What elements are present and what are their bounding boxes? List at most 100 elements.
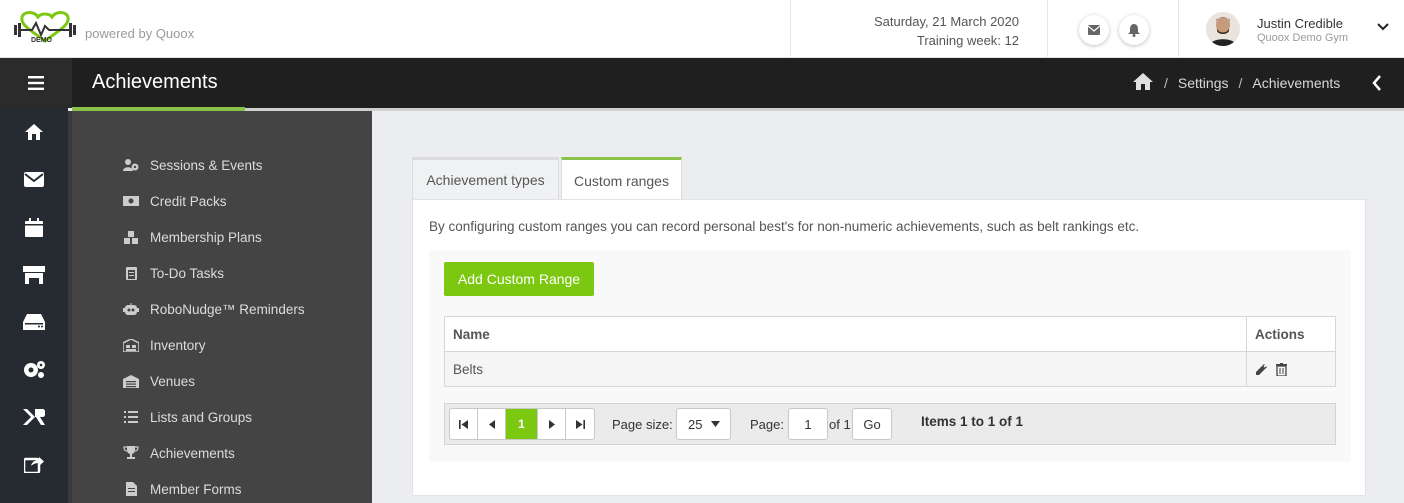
breadcrumb-separator: / (1238, 75, 1243, 91)
robot-icon (122, 303, 140, 315)
menu-item-lists-groups[interactable]: Lists and Groups (122, 407, 252, 427)
cogs-icon[interactable] (22, 357, 46, 381)
divider (245, 108, 1404, 111)
page-size-select[interactable]: 25 (676, 408, 731, 440)
menu-item-credit-packs[interactable]: Credit Packs (122, 191, 227, 211)
money-icon (122, 196, 140, 206)
last-page-icon (575, 419, 585, 429)
tab-custom-ranges[interactable]: Custom ranges (561, 157, 682, 201)
breadcrumb-settings[interactable]: Settings (1178, 75, 1229, 91)
messages-button[interactable] (1079, 15, 1109, 45)
chevron-left-icon[interactable] (1372, 75, 1382, 96)
users-cog-icon (122, 159, 140, 171)
column-divider (1246, 317, 1247, 351)
description: By configuring custom ranges you can rec… (429, 219, 1140, 234)
menu-item-label: To-Do Tasks (150, 265, 225, 281)
list-icon (122, 411, 140, 423)
store-icon[interactable] (22, 263, 46, 287)
user-name: Justin Credible (1257, 16, 1343, 31)
next-page-icon (548, 419, 555, 429)
column-header-name[interactable]: Name (453, 327, 490, 342)
menu-item-label: Venues (150, 373, 196, 389)
column-divider (1246, 352, 1247, 386)
column-header-actions: Actions (1255, 327, 1305, 342)
add-custom-range-button[interactable]: Add Custom Range (444, 262, 594, 296)
heart-logo-icon: DEMO (14, 11, 76, 44)
menu-item-achievements[interactable]: Achievements (122, 443, 235, 463)
page-button-current[interactable]: 1 (506, 409, 538, 439)
page-title: Achievements (92, 71, 218, 93)
prev-page-icon (488, 419, 495, 429)
menu-item-robonudge[interactable]: RoboNudge™ Reminders (122, 299, 305, 319)
bell-icon (1128, 23, 1140, 37)
user-menu[interactable]: Justin Credible Quoox Demo Gym (1178, 0, 1404, 58)
menu-item-label: Inventory (150, 337, 206, 353)
page-number-input[interactable] (788, 408, 828, 440)
page-size-value: 25 (688, 416, 703, 432)
breadcrumb-achievements[interactable]: Achievements (1252, 75, 1340, 91)
page-label: Page: (750, 417, 784, 432)
home-icon[interactable] (1132, 72, 1154, 94)
menu-item-label: Credit Packs (150, 193, 227, 209)
envelope-icon[interactable] (22, 167, 46, 191)
row-name: Belts (453, 362, 484, 377)
chevron-down-icon[interactable] (1377, 20, 1389, 38)
menu-item-label: Sessions & Events (150, 157, 263, 173)
file-icon (122, 482, 140, 496)
menu-item-todo-tasks[interactable]: To-Do Tasks (122, 263, 224, 283)
next-page-button[interactable] (538, 409, 566, 439)
avatar (1206, 12, 1240, 46)
pager-buttons: 1 (449, 408, 595, 440)
content-card: By configuring custom ranges you can rec… (412, 199, 1366, 496)
menu-item-label: Achievements (150, 445, 235, 461)
cubes-icon (122, 230, 140, 244)
menu-item-label: Member Forms (150, 481, 242, 497)
menu-item-venues[interactable]: Venues (122, 371, 195, 391)
envelope-icon (1088, 25, 1100, 35)
home-icon[interactable] (22, 120, 46, 144)
logo-text: DEMO (31, 37, 53, 44)
trash-icon[interactable] (1276, 363, 1287, 381)
app-logo[interactable]: DEMO (14, 11, 76, 45)
clipboard-icon (122, 266, 140, 280)
inbox-icon[interactable] (22, 310, 46, 334)
top-header: DEMO powered by Quoox Saturday, 21 March… (0, 0, 1404, 58)
settings-menu: Sessions & Events Credit Packs Membershi… (68, 111, 372, 503)
page-size-label: Page size: (612, 417, 673, 432)
menu-toggle-button[interactable] (0, 58, 72, 108)
pager: 1 Page size: 25 Page: of 1 Go Items 1 to… (444, 403, 1336, 445)
hamburger-icon (28, 76, 44, 90)
notifications-button[interactable] (1119, 15, 1149, 45)
pencil-icon[interactable] (1255, 363, 1268, 381)
training-week: Training week: 12 (916, 33, 1019, 48)
page-count-label: of 1 (829, 417, 851, 432)
table-row[interactable]: Belts (444, 351, 1336, 387)
last-page-button[interactable] (566, 409, 594, 439)
go-button[interactable]: Go (852, 408, 892, 440)
items-info: Items 1 to 1 of 1 (921, 414, 1024, 429)
current-date: Saturday, 21 March 2020 (873, 14, 1019, 29)
menu-item-label: Membership Plans (150, 229, 262, 245)
menu-item-sessions-events[interactable]: Sessions & Events (122, 155, 263, 175)
menu-item-label: RoboNudge™ Reminders (150, 301, 305, 317)
caret-down-icon (711, 421, 721, 427)
warehouse-icon (122, 338, 140, 352)
warehouse-icon (122, 374, 140, 388)
table-header: Name Actions (444, 316, 1336, 352)
logo-r-icon[interactable] (22, 405, 46, 429)
breadcrumb: / Settings / Achievements (1132, 72, 1340, 94)
menu-item-member-forms[interactable]: Member Forms (122, 479, 242, 499)
first-page-button[interactable] (450, 409, 478, 439)
user-gym: Quoox Demo Gym (1257, 32, 1349, 44)
menu-item-inventory[interactable]: Inventory (122, 335, 206, 355)
tab-achievement-types[interactable]: Achievement types (412, 157, 559, 200)
share-icon[interactable] (22, 452, 46, 476)
powered-by: powered by Quoox (85, 26, 195, 41)
title-bar: Achievements / Settings / Achievements (0, 58, 1404, 108)
trophy-icon (122, 446, 140, 460)
prev-page-button[interactable] (478, 409, 506, 439)
menu-item-membership-plans[interactable]: Membership Plans (122, 227, 262, 247)
calendar-icon[interactable] (22, 215, 46, 239)
date-info: Saturday, 21 March 2020 Training week: 1… (790, 0, 1048, 58)
ranges-panel: Add Custom Range Name Actions Belts 1 Pa… (429, 250, 1351, 462)
